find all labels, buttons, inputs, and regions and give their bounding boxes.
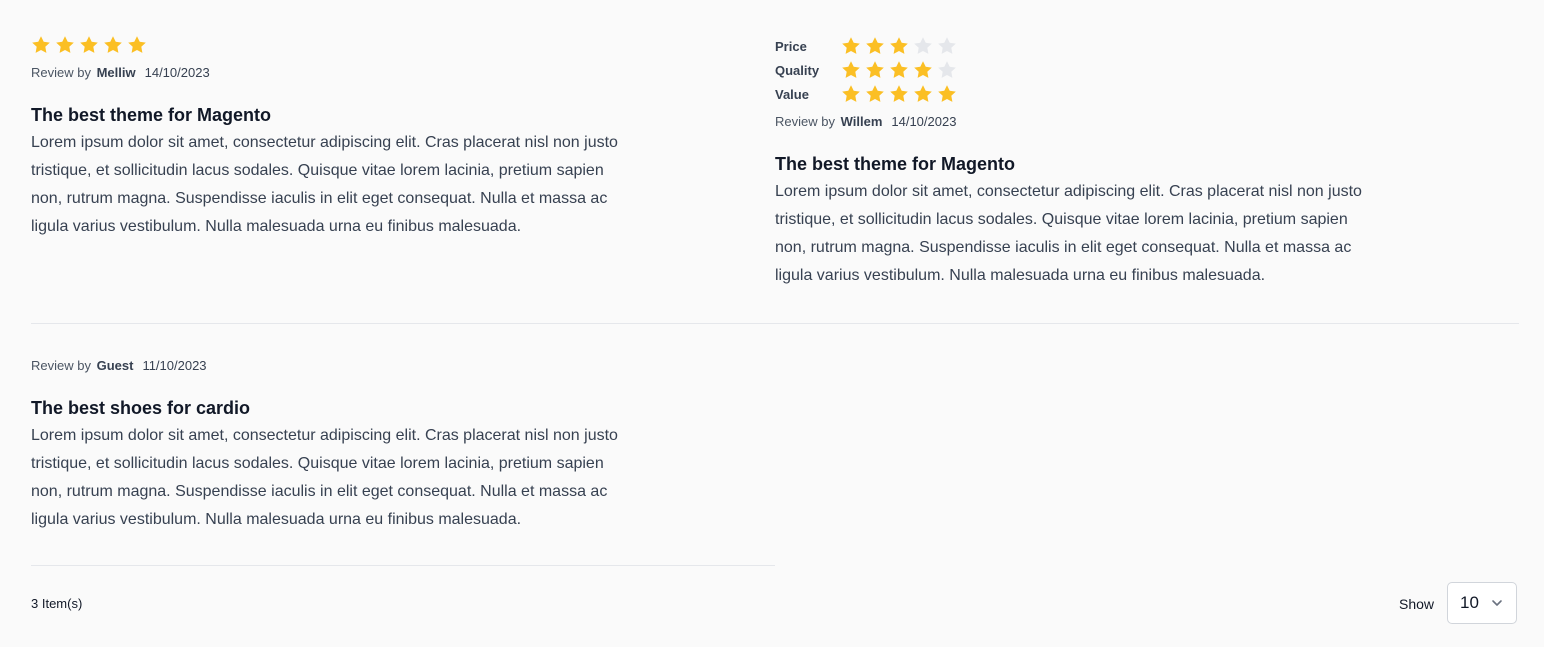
rating-row-quality: Quality: [775, 58, 1365, 82]
divider: [31, 323, 1519, 324]
review-author: Willem: [840, 114, 883, 129]
star-filled-icon: [889, 84, 909, 104]
review-meta: Review by Melliw 14/10/2023: [31, 65, 210, 80]
review-item: Price Quality Value Review by Willem 14/1…: [775, 34, 1365, 290]
review-date: 14/10/2023: [144, 65, 210, 80]
divider: [31, 565, 775, 566]
star-filled-icon: [889, 36, 909, 56]
star-empty-icon: [913, 36, 933, 56]
page-size-value: 10: [1460, 593, 1479, 612]
review-item: Review by Guest 11/10/2023 The best shoes…: [31, 350, 621, 534]
review-item: Review by Melliw 14/10/2023 The best them…: [31, 33, 621, 241]
star-filled-icon: [127, 35, 147, 55]
review-meta: Review by Guest 11/10/2023: [31, 358, 207, 373]
star-filled-icon: [889, 60, 909, 80]
item-count: 3 Item(s): [31, 596, 83, 611]
page-size-select[interactable]: 10: [1447, 582, 1517, 624]
rating-row-price: Price: [775, 34, 1365, 58]
reviews-page: Review by Melliw 14/10/2023 The best them…: [0, 0, 1544, 647]
star-filled-icon: [865, 84, 885, 104]
star-filled-icon: [103, 35, 123, 55]
star-filled-icon: [79, 35, 99, 55]
star-filled-icon: [841, 84, 861, 104]
star-filled-icon: [841, 60, 861, 80]
star-filled-icon: [865, 36, 885, 56]
star-filled-icon: [913, 84, 933, 104]
star-rating: [31, 33, 621, 57]
star-empty-icon: [937, 36, 957, 56]
star-filled-icon: [937, 84, 957, 104]
star-filled-icon: [865, 60, 885, 80]
star-filled-icon: [913, 60, 933, 80]
review-meta: Review by Willem 14/10/2023: [775, 114, 957, 129]
show-label: Show: [1399, 596, 1435, 612]
star-empty-icon: [937, 60, 957, 80]
review-date: 11/10/2023: [142, 358, 207, 373]
rating-breakdown: Price Quality Value: [775, 34, 1365, 106]
review-body: Lorem ipsum dolor sit amet, consectetur …: [775, 183, 1362, 284]
star-rating: [841, 34, 957, 58]
star-rating: [841, 82, 957, 106]
review-title: The best theme for Magento: [775, 154, 1016, 174]
star-filled-icon: [841, 36, 861, 56]
review-title: The best shoes for cardio: [31, 398, 251, 418]
review-body: Lorem ipsum dolor sit amet, consectetur …: [31, 134, 618, 235]
review-title: The best theme for Magento: [31, 105, 272, 125]
review-body: Lorem ipsum dolor sit amet, consectetur …: [31, 427, 618, 528]
review-author: Guest: [96, 358, 134, 373]
review-date: 14/10/2023: [891, 114, 957, 129]
star-filled-icon: [55, 35, 75, 55]
rating-row-value: Value: [775, 82, 1365, 106]
chevron-down-icon: [1492, 600, 1502, 606]
star-filled-icon: [31, 35, 51, 55]
star-rating: [841, 58, 957, 82]
review-author: Melliw: [96, 65, 136, 80]
